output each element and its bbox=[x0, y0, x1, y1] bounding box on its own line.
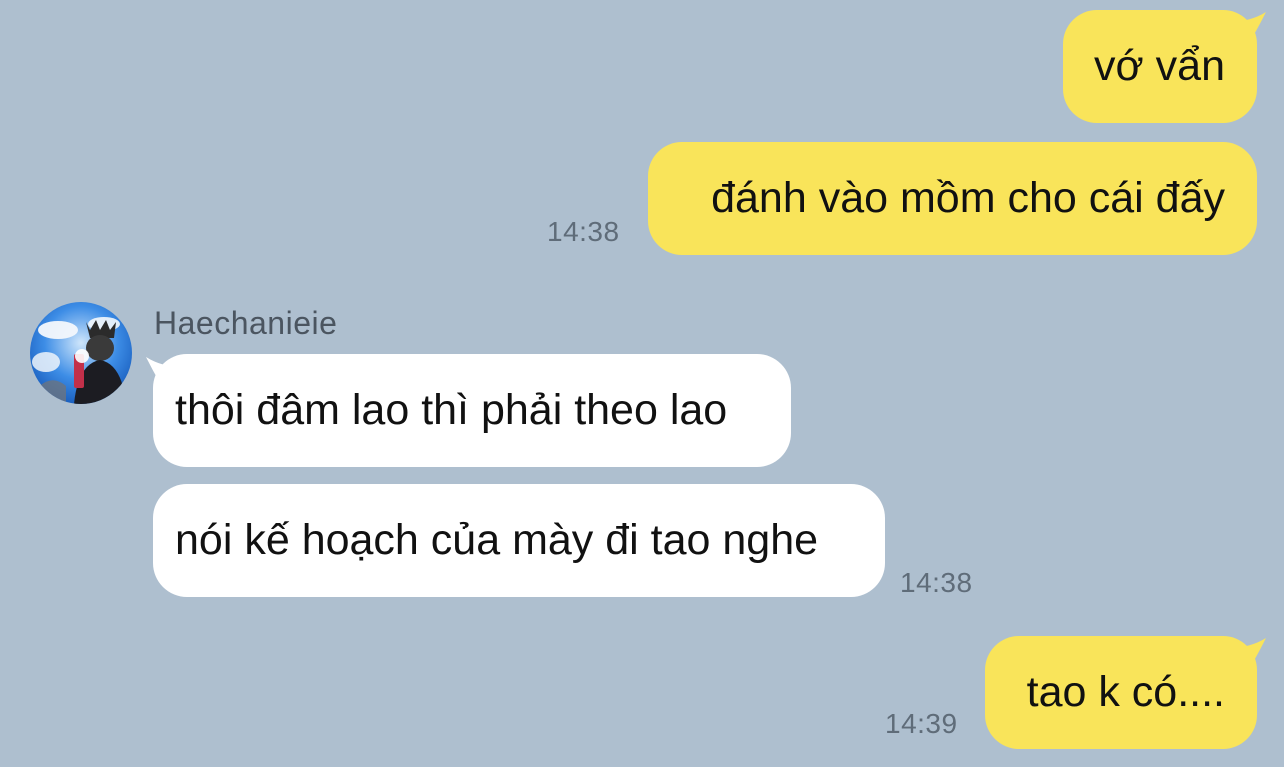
outgoing-message-bubble[interactable]: đánh vào mồm cho cái đấy bbox=[648, 142, 1257, 255]
contact-avatar[interactable] bbox=[30, 302, 132, 404]
sender-name: Haechanieie bbox=[154, 305, 338, 341]
outgoing-message-bubble[interactable]: tao k có.... bbox=[985, 636, 1257, 749]
incoming-message-bubble[interactable]: thôi đâm lao thì phải theo lao bbox=[153, 354, 791, 467]
message-timestamp: 14:38 bbox=[547, 216, 620, 247]
incoming-message-bubble[interactable]: nói kế hoạch của mày đi tao nghe bbox=[153, 484, 885, 597]
profile-photo-icon bbox=[30, 302, 132, 404]
outgoing-message-bubble[interactable]: vớ vẩn bbox=[1063, 10, 1257, 123]
message-timestamp: 14:38 bbox=[900, 567, 973, 598]
message-timestamp: 14:39 bbox=[885, 708, 958, 739]
